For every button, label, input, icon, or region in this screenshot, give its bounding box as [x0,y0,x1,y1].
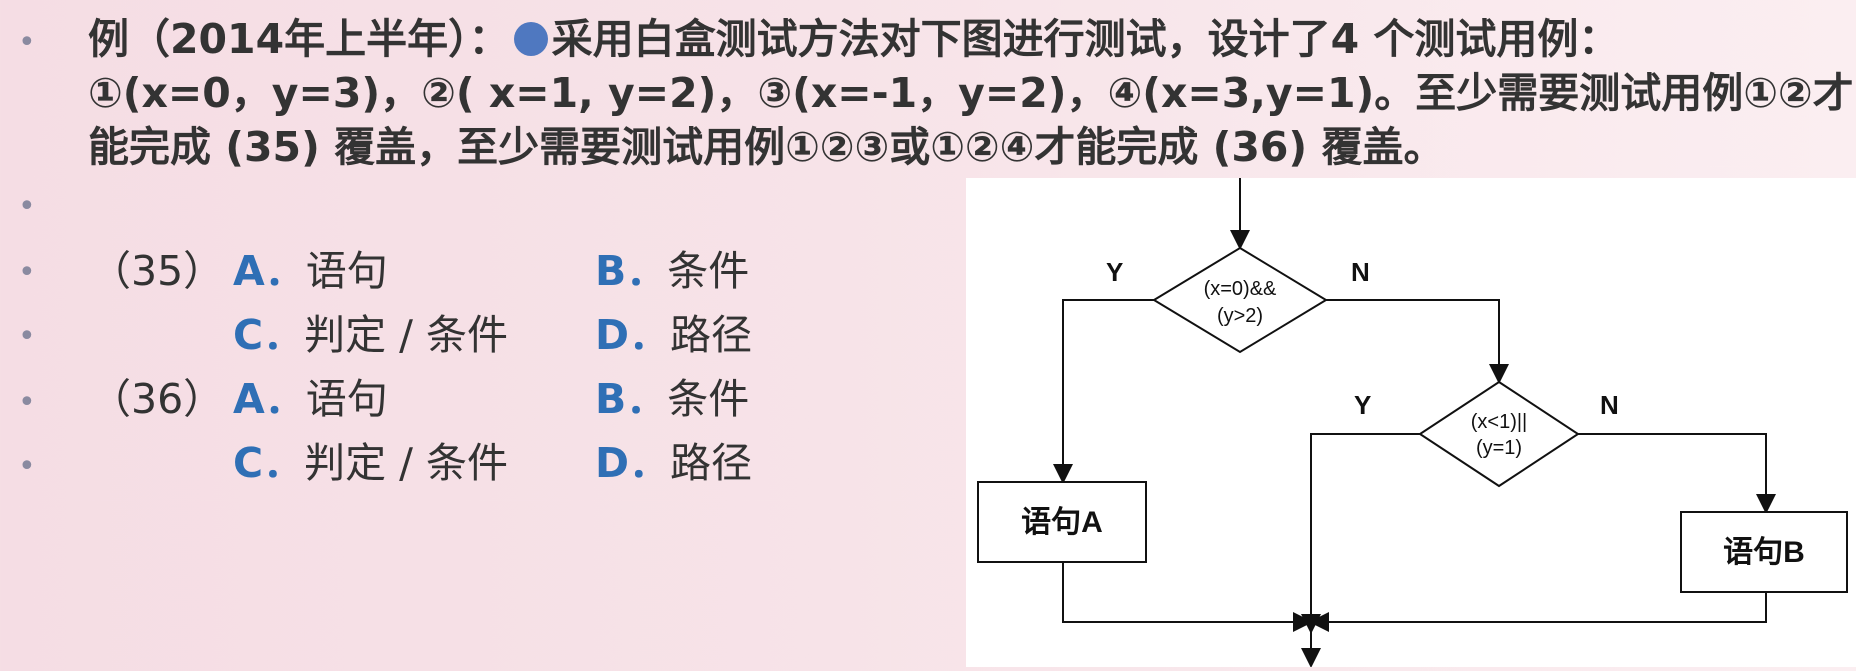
question-line-2: ①(x=0，y=3)，②( x=1, y=2)，③(x=-1，y=2)，④(x=… [88,69,1854,117]
question-intro: 采用白盒测试方法对下图进行测试，设计了4 个测试用例： [551,15,1620,63]
question-35-number: （35） [90,247,225,295]
option-35-d: D．路径 [595,311,753,359]
option-35-c: C．判定 / 条件 [233,311,508,359]
flowchart-diagram: Y N (x=0)&& (y>2) Y N (x<1)|| (y=1) 语句A … [966,178,1856,668]
decision-1-yes-path [1053,299,1154,484]
question-line-3: 能完成 (35) 覆盖，至少需要测试用例①②③或①②④才能完成 (36) 覆盖。 [88,123,1445,171]
decision-1-yes-label: Y [1106,257,1123,287]
statement-b-label: 语句B [1723,536,1805,569]
decision-2-no-label: N [1600,390,1619,420]
decision-1-text-2: (y>2) [1217,305,1263,327]
flowchart-svg: Y N (x=0)&& (y>2) Y N (x<1)|| (y=1) 语句A … [977,178,1848,668]
option-35-b: B．条件 [595,247,750,295]
question-prefix: 例（2014年上半年）： [88,15,510,63]
bullet-2: • [18,189,36,224]
decision-2-yes-label: Y [1354,390,1371,420]
decision-1-no-path [1326,299,1509,384]
option-36-a: A．语句 [233,375,388,423]
statement-b-exit-path [1309,592,1767,632]
bullet-5: • [18,385,36,420]
statement-a-exit-path [1062,562,1313,632]
question-line-1: 例（2014年上半年）： 采用白盒测试方法对下图进行测试，设计了4 个测试用例： [88,15,1620,63]
decision-2-no-path [1578,433,1776,514]
decision-2-shape [1418,380,1580,488]
option-36-d: D．路径 [595,439,753,487]
option-36-c: C．判定 / 条件 [233,439,508,487]
bullet-4: • [18,319,36,354]
decision-1-text-1: (x=0)&& [1204,278,1277,300]
option-35-a: A．语句 [233,247,388,295]
circle-bullet-icon [513,22,548,56]
decision-1-shape [1152,246,1328,354]
decision-2-text-1: (x<1)|| [1471,411,1528,433]
decision-2-yes-path [1301,433,1420,634]
bullet-3: • [18,255,36,290]
statement-a-label: 语句A [1021,506,1103,539]
option-36-b: B．条件 [595,375,750,423]
decision-1-no-label: N [1351,257,1370,287]
decision-2-text-2: (y=1) [1476,437,1522,459]
bullet-6: • [18,449,36,484]
bullet-1: • [18,25,36,60]
question-36-number: （36） [90,375,225,423]
